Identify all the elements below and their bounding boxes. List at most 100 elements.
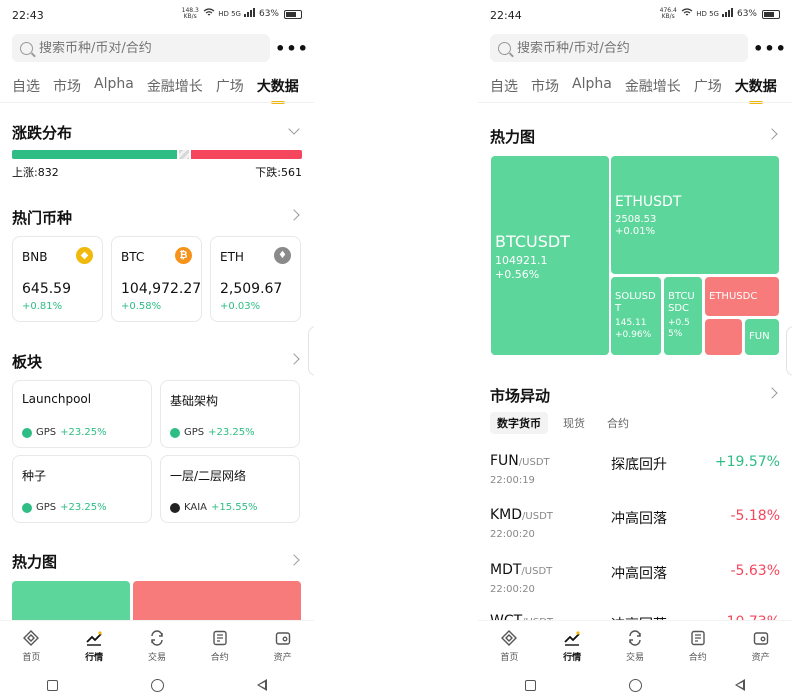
- signal-icon: [243, 8, 256, 20]
- sector-card-layer1-layer2[interactable]: 一层/二层网络 KAIA +15.55%: [160, 455, 300, 523]
- coin-card-btc[interactable]: BTC ₿ 104,972.27 +0.58%: [111, 236, 202, 322]
- rise-count-label: 上涨:832: [12, 166, 59, 179]
- nav-trade[interactable]: 交易: [610, 629, 660, 663]
- nav-futures[interactable]: 合约: [673, 629, 723, 663]
- heatmap-cell-ethusdt[interactable]: ETHUSDT 2508.53 +0.01%: [611, 156, 779, 274]
- tab-finance-growth[interactable]: 金融增长: [625, 76, 681, 96]
- tab-alpha[interactable]: Alpha: [94, 76, 134, 96]
- nav-home[interactable]: 首页: [6, 629, 56, 663]
- tab-divider: [0, 102, 314, 103]
- wifi-icon: [203, 8, 215, 20]
- heatmap-cell-ethusdc[interactable]: ETHUSDC: [705, 277, 779, 316]
- heatmap-cell-solusdt[interactable]: SOLUSDT 145.11 +0.96%: [611, 277, 661, 355]
- gps-coin-icon: [22, 502, 32, 513]
- subtab-spot[interactable]: 现货: [556, 412, 592, 434]
- chevron-right-icon[interactable]: [288, 353, 300, 365]
- nav-assets[interactable]: 资产: [258, 629, 308, 663]
- nav-home[interactable]: 首页: [484, 629, 534, 663]
- heatmap-cell-btcusdt[interactable]: BTCUSDT 104921.1 +0.56%: [491, 156, 609, 355]
- pair-quote: /USDT: [521, 566, 553, 577]
- list-item[interactable]: KMD/USDT 22:00:20 冲高回落 -5.18%: [490, 507, 780, 553]
- more-options-icon[interactable]: •••: [275, 38, 308, 58]
- sector-card-infrastructure[interactable]: 基础架构 GPS +23.25%: [160, 380, 300, 448]
- price-change: +19.57%: [714, 454, 780, 470]
- home-button-icon[interactable]: [150, 678, 164, 692]
- network-type: HD 5G: [696, 10, 719, 18]
- battery-icon: [762, 9, 780, 19]
- spacer: [314, 0, 478, 700]
- heatmap-cell-fun[interactable]: FUN: [745, 319, 779, 355]
- sectors-title: 板块: [12, 353, 43, 371]
- home-button-icon[interactable]: [628, 678, 642, 692]
- sector-top-coin: GPS +23.25%: [170, 427, 255, 438]
- coin-card-bnb[interactable]: BNB ◆ 645.59 +0.81%: [12, 236, 103, 322]
- nav-label: 首页: [500, 653, 519, 663]
- nav-markets[interactable]: 行情: [69, 629, 119, 663]
- heatmap-price: 104921.1: [495, 254, 548, 267]
- nav-label: 合约: [210, 653, 229, 663]
- rise-bar-segment: [12, 150, 177, 159]
- tab-market[interactable]: 市场: [53, 76, 81, 96]
- nav-futures[interactable]: 合约: [195, 629, 245, 663]
- heatmap-cell-btcusdc[interactable]: BTCUSDC +0.55%: [664, 277, 702, 355]
- markets-icon: [563, 629, 581, 647]
- more-options-icon[interactable]: •••: [753, 38, 786, 58]
- kaia-coin-icon: [170, 502, 180, 513]
- tab-market[interactable]: 市场: [531, 76, 559, 96]
- chevron-right-icon[interactable]: [288, 209, 300, 221]
- side-drawer-handle[interactable]: [786, 326, 792, 376]
- gps-coin-icon: [170, 427, 180, 438]
- nav-markets[interactable]: 行情: [547, 629, 597, 663]
- nav-label: 合约: [688, 653, 707, 663]
- tab-square[interactable]: 广场: [694, 76, 722, 96]
- search-input[interactable]: [517, 40, 727, 56]
- tab-finance-growth[interactable]: 金融增长: [147, 76, 203, 96]
- coin-symbol: ETH: [220, 250, 244, 264]
- subtab-futures[interactable]: 合约: [600, 412, 636, 434]
- chevron-right-icon[interactable]: [766, 387, 778, 399]
- sector-top-coin: GPS +23.25%: [22, 502, 107, 513]
- search-bar[interactable]: [12, 34, 270, 62]
- tab-big-data[interactable]: 大数据: [735, 76, 777, 96]
- sector-change: +23.25%: [208, 427, 255, 438]
- nav-trade[interactable]: 交易: [132, 629, 182, 663]
- recent-apps-icon[interactable]: [524, 679, 536, 691]
- back-icon[interactable]: [257, 679, 268, 691]
- chevron-down-icon[interactable]: [288, 123, 300, 135]
- sector-card-seed[interactable]: 种子 GPS +23.25%: [12, 455, 152, 523]
- sector-name: 一层/二层网络: [170, 469, 247, 483]
- chevron-right-icon[interactable]: [766, 128, 778, 140]
- subtab-crypto[interactable]: 数字货币: [490, 412, 548, 434]
- tab-favorites[interactable]: 自选: [490, 76, 518, 96]
- heatmap-cell-unlabeled[interactable]: [705, 319, 742, 355]
- tab-square[interactable]: 广场: [216, 76, 244, 96]
- list-item[interactable]: FUN/USDT 22:00:19 探底回升 +19.57%: [490, 453, 780, 499]
- event-type: 探底回升: [611, 457, 667, 473]
- status-icons: 148.3 KB/s HD 5G 63%: [180, 8, 302, 20]
- home-icon: [500, 629, 518, 647]
- list-item[interactable]: MDT/USDT 22:00:20 冲高回落 -5.63%: [490, 562, 780, 608]
- sector-card-launchpool[interactable]: Launchpool GPS +23.25%: [12, 380, 152, 448]
- search-input[interactable]: [39, 40, 249, 56]
- nav-label: 行情: [85, 653, 104, 663]
- back-icon[interactable]: [735, 679, 746, 691]
- tab-alpha[interactable]: Alpha: [572, 76, 612, 96]
- price-change: -5.63%: [730, 563, 780, 579]
- recent-apps-icon[interactable]: [46, 679, 58, 691]
- gps-coin-icon: [22, 427, 32, 438]
- search-bar[interactable]: [490, 34, 748, 62]
- price-change: -5.18%: [730, 508, 780, 524]
- coin-change: +0.03%: [220, 301, 261, 312]
- eth-icon: ♦: [274, 247, 291, 264]
- heatmap-label: BTCUSDT: [495, 232, 570, 251]
- heatmap-title: 热力图: [490, 128, 536, 146]
- chevron-right-icon[interactable]: [288, 554, 300, 566]
- nav-assets[interactable]: 资产: [736, 629, 786, 663]
- tab-favorites[interactable]: 自选: [12, 76, 40, 96]
- coin-card-eth[interactable]: ETH ♦ 2,509.67 +0.03%: [210, 236, 301, 322]
- category-tabs: 自选 市场 Alpha 金融增长 广场 大数据: [490, 76, 790, 96]
- signal-icon: [721, 8, 734, 20]
- event-time: 22:00:20: [490, 529, 535, 540]
- tab-big-data[interactable]: 大数据: [257, 76, 299, 96]
- trade-icon: [148, 629, 166, 647]
